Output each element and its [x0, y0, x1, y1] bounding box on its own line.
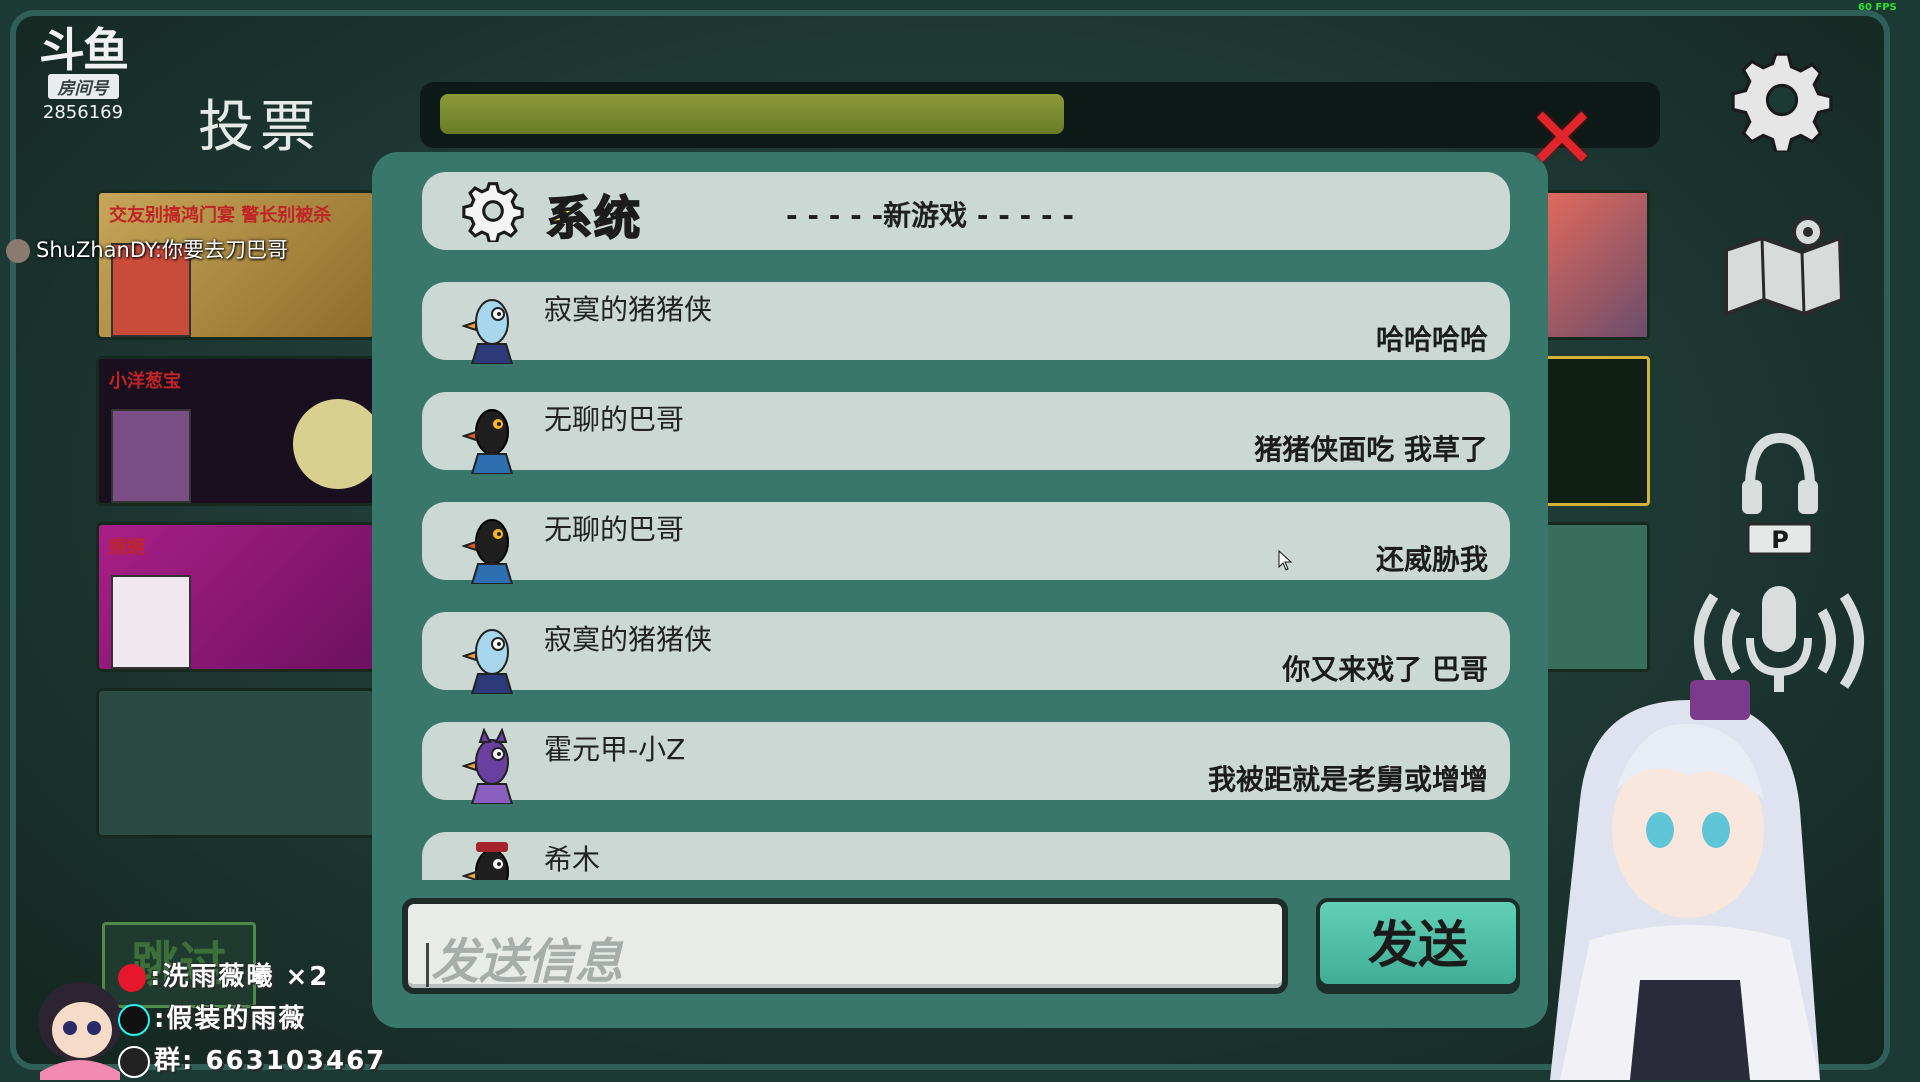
- chat-message-list[interactable]: 寂寞的猪猪侠 哈哈哈哈 无聊的巴哥 猪猪侠面吃 我草了 无聊的巴哥 还威胁我 寂…: [422, 282, 1510, 880]
- chat-message: 霍元甲-小Z 我被距就是老舅或增增: [422, 722, 1510, 804]
- chat-text: 还威胁我: [1375, 543, 1488, 576]
- map-icon: [1724, 216, 1845, 317]
- player-card[interactable]: [1540, 356, 1650, 506]
- player-cards-right: [1540, 190, 1650, 688]
- vote-timer-bar: [420, 82, 1660, 148]
- chat-input-placeholder: 发送信息: [431, 934, 624, 990]
- purple-goose-avatar-icon: [462, 728, 514, 804]
- qq-icon: [118, 1045, 150, 1078]
- white-goose-avatar-icon: [462, 629, 514, 694]
- player-portrait: [111, 409, 191, 503]
- chat-sender: 无聊的巴哥: [544, 403, 685, 436]
- player-card[interactable]: 小洋葱宝: [96, 356, 376, 506]
- svg-text:P: P: [1771, 526, 1789, 554]
- moon-decoration: [293, 399, 373, 489]
- white-goose-avatar-icon: [462, 299, 514, 364]
- player-card[interactable]: [1540, 522, 1650, 672]
- douyin-icon: [118, 1003, 150, 1036]
- push-to-talk-button[interactable]: P: [1740, 428, 1820, 558]
- chat-text: 我被距就是老舅或增增: [1207, 763, 1488, 796]
- chat-sender: 霍元甲-小Z: [544, 733, 686, 766]
- player-card[interactable]: [1540, 190, 1650, 340]
- weibo-icon: [118, 963, 146, 992]
- social-line: :假装的雨薇: [118, 998, 386, 1036]
- room-number: 2856169: [42, 102, 124, 123]
- social-line: :洗雨薇曦 ×2: [118, 956, 386, 992]
- close-icon[interactable]: ✕: [1526, 96, 1598, 182]
- social-text: 群: 663103467: [154, 1046, 387, 1076]
- chat-text: 猪猪侠面吃 我草了: [1254, 433, 1488, 466]
- danmu-text: ShuZhanDY:你要去刀巴哥: [36, 238, 288, 262]
- dark-goose-avatar-icon: [462, 409, 514, 474]
- social-text: :假装的雨薇: [154, 1004, 307, 1034]
- headset-icon: P: [1742, 432, 1818, 556]
- platform-logo: 斗鱼: [39, 23, 129, 77]
- text-caret: [426, 943, 429, 987]
- chat-sender: 希木: [544, 843, 601, 876]
- chat-panel: 系统 - - - - -新游戏 - - - - - 寂寞的猪猪侠 哈哈哈哈 无聊…: [372, 152, 1548, 1028]
- settings-button[interactable]: [1730, 48, 1834, 154]
- chat-message: 寂寞的猪猪侠 哈哈哈哈: [422, 282, 1510, 364]
- chat-message: 希木: [422, 832, 1510, 880]
- social-line: 群: 663103467: [118, 1040, 387, 1078]
- player-card[interactable]: 交友别搞鸿门宴 警长别被杀: [96, 190, 376, 340]
- stream-logo: 斗鱼 房间号 2856169: [28, 23, 138, 123]
- danmu-comment: ShuZhanDY:你要去刀巴哥: [6, 234, 288, 264]
- dark-goose-avatar-icon: [462, 519, 514, 584]
- player-cards-left: 交友别搞鸿门宴 警长别被杀 小洋葱宝 婉婉: [96, 190, 376, 854]
- red-hat-goose-avatar-icon: [462, 842, 509, 880]
- empty-player-card: [96, 688, 376, 838]
- chat-sender: 寂寞的猪猪侠: [544, 293, 713, 326]
- viewer-avatar: [6, 239, 30, 263]
- chat-message: 无聊的巴哥 猪猪侠面吃 我草了: [422, 392, 1510, 474]
- map-button[interactable]: [1716, 210, 1852, 318]
- vote-timer-fill: [440, 94, 1064, 134]
- chat-text: 哈哈哈哈: [1375, 323, 1488, 356]
- screen-title: 投票: [198, 95, 322, 160]
- chat-sender: 无聊的巴哥: [544, 513, 685, 546]
- player-card[interactable]: 婉婉: [96, 522, 376, 672]
- social-links: :洗雨薇曦 ×2 :假装的雨薇 群: 663103467: [118, 956, 386, 1082]
- system-gear-icon: [462, 182, 524, 242]
- mouse-cursor-icon: [1278, 550, 1293, 571]
- room-tag: 房间号: [47, 74, 119, 99]
- chat-text: 你又来戏了 巴哥: [1282, 653, 1488, 686]
- chat-message: 寂寞的猪猪侠 你又来戏了 巴哥: [422, 612, 1510, 694]
- system-message: 系统 - - - - -新游戏 - - - - -: [422, 172, 1510, 250]
- player-card-name: 婉婉: [109, 537, 145, 558]
- social-text: :洗雨薇曦 ×2: [150, 962, 330, 992]
- player-card-name: 交友别搞鸿门宴 警长别被杀: [109, 205, 332, 226]
- chat-message: 无聊的巴哥 还威胁我: [422, 502, 1510, 584]
- player-card-name: 小洋葱宝: [109, 371, 181, 392]
- send-button[interactable]: 发送: [1316, 898, 1520, 988]
- gear-icon: [1731, 52, 1833, 154]
- vtuber-avatar: [1550, 680, 1820, 1080]
- fps-counter: 60 FPS: [1858, 2, 1897, 13]
- player-portrait: [111, 575, 191, 669]
- system-label: 系统: [545, 190, 642, 246]
- chat-input[interactable]: 发送信息: [402, 898, 1288, 994]
- system-message-text: - - - - -新游戏 - - - - -: [786, 199, 1074, 232]
- chat-sender: 寂寞的猪猪侠: [544, 623, 713, 656]
